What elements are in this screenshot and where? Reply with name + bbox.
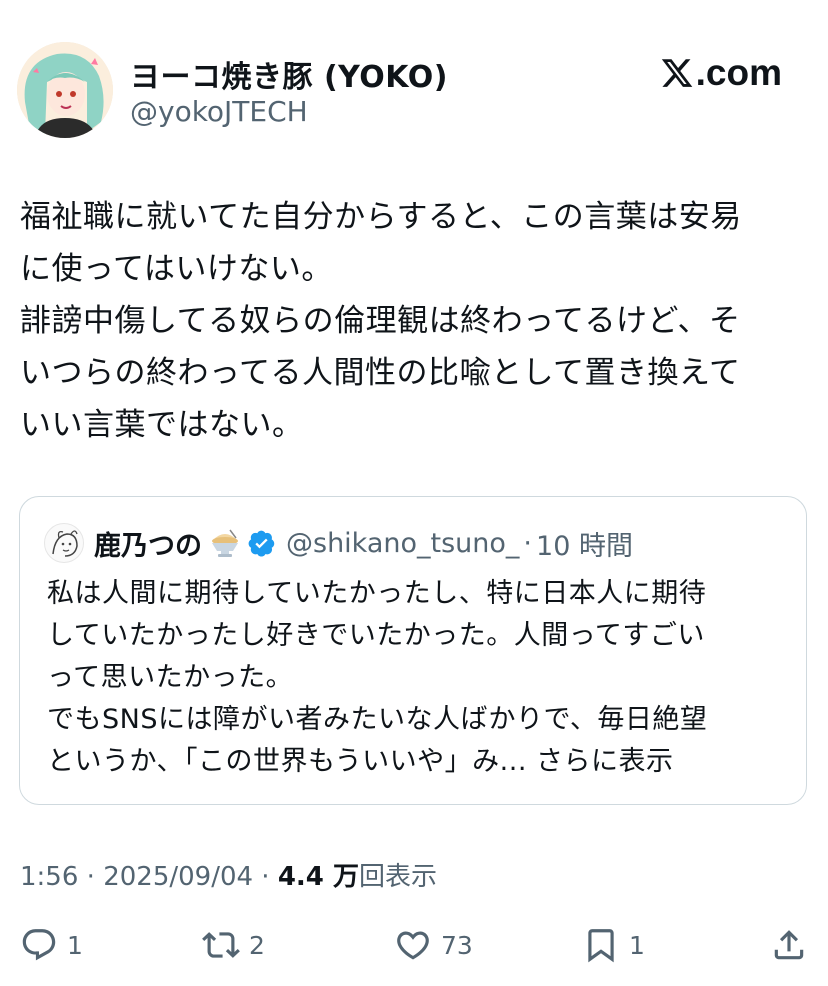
author-handle[interactable]: @yokoJTECH: [130, 95, 308, 128]
bookmark-count: 1: [629, 930, 645, 960]
x-domain-label: .com: [695, 52, 782, 93]
heart-icon: [397, 931, 429, 960]
tweet-date[interactable]: 2025/09/04: [103, 862, 253, 892]
reply-count: 1: [67, 930, 83, 960]
retweet-button[interactable]: 2: [202, 922, 265, 968]
bookmark-button[interactable]: 1: [582, 922, 645, 968]
views-label: 回表示: [358, 862, 437, 892]
tweet-line: 誹謗中傷してる奴らの倫理観は終わってるけど、そ: [20, 303, 741, 339]
views-count: 4.4 万: [277, 862, 359, 892]
meta-separator: ·: [78, 862, 104, 892]
tweet-line: 福祉職に就いてた自分からすると、この言葉は安易: [20, 199, 742, 235]
quoted-author-name[interactable]: 鹿乃つの: [94, 524, 202, 563]
verified-badge-icon: [248, 530, 275, 557]
separator-dot: ·: [523, 527, 533, 559]
quoted-line: していたかったし好きでいたかった。人間ってすごい: [47, 620, 705, 651]
x-logo-icon: [661, 59, 692, 87]
shaved-ice-emoji-icon: [212, 529, 238, 557]
retweet-count: 2: [249, 930, 265, 960]
bookmark-icon: [588, 929, 614, 963]
share-icon: [774, 930, 804, 960]
show-more-link[interactable]: さらに表示: [536, 746, 674, 777]
tweet-text: 福祉職に就いてた自分からすると、この言葉は安易 に使ってはいけない。 誹謗中傷し…: [20, 191, 810, 451]
quoted-tweet-time[interactable]: 10 時間: [536, 524, 633, 563]
tweet-meta: 1:56 · 2025/09/04 · 4.4 万回表示: [20, 856, 437, 893]
share-button[interactable]: [770, 922, 808, 968]
tweet-line: いつらの終わってる人間性の比喩として置き換えて: [20, 355, 741, 391]
like-count: 73: [441, 930, 473, 960]
quoted-tweet-text: 私は人間に期待していたかったし、特に日本人に期待 していたかったし好きでいたかっ…: [47, 573, 797, 783]
quoted-author-handle[interactable]: @shikano_tsuno_: [286, 528, 519, 559]
quoted-line-last: というか、「この世界もういいや」み... さらに表示: [47, 741, 797, 783]
author-avatar[interactable]: [17, 42, 113, 138]
quoted-line: って思いたかった。: [47, 662, 294, 693]
retweet-icon: [202, 932, 240, 958]
quoted-tweet-card[interactable]: 鹿乃つの @shikano_tsuno_ · 10 時間 私は人間に期待していた…: [19, 496, 807, 805]
tweet-time[interactable]: 1:56: [20, 862, 78, 892]
x-brand: .com: [660, 52, 782, 94]
reply-button[interactable]: 1: [20, 922, 83, 968]
sketch-avatar-icon: [52, 530, 78, 557]
quoted-line: でもSNSには障がい者みたいな人ばかりで、毎日絶望: [47, 704, 708, 735]
quoted-line: 私は人間に期待していたかったし、特に日本人に期待: [47, 578, 707, 609]
meta-separator: ·: [253, 862, 278, 892]
author-display-name[interactable]: ヨーコ焼き豚 (YOKO): [130, 52, 448, 96]
action-bar: 1 2 73 1: [0, 922, 828, 968]
like-button[interactable]: 73: [394, 922, 473, 968]
quoted-author-avatar[interactable]: [44, 523, 84, 563]
reply-icon: [22, 929, 56, 961]
quoted-tweet-header: 鹿乃つの @shikano_tsuno_ · 10 時間: [44, 523, 633, 563]
tweet-line: に使ってはいけない。: [20, 251, 333, 287]
quoted-line: というか、「この世界もういいや」み...: [47, 746, 527, 777]
tweet-line: いい言葉ではない。: [20, 407, 304, 443]
anime-girl-avatar-icon: [17, 42, 113, 138]
